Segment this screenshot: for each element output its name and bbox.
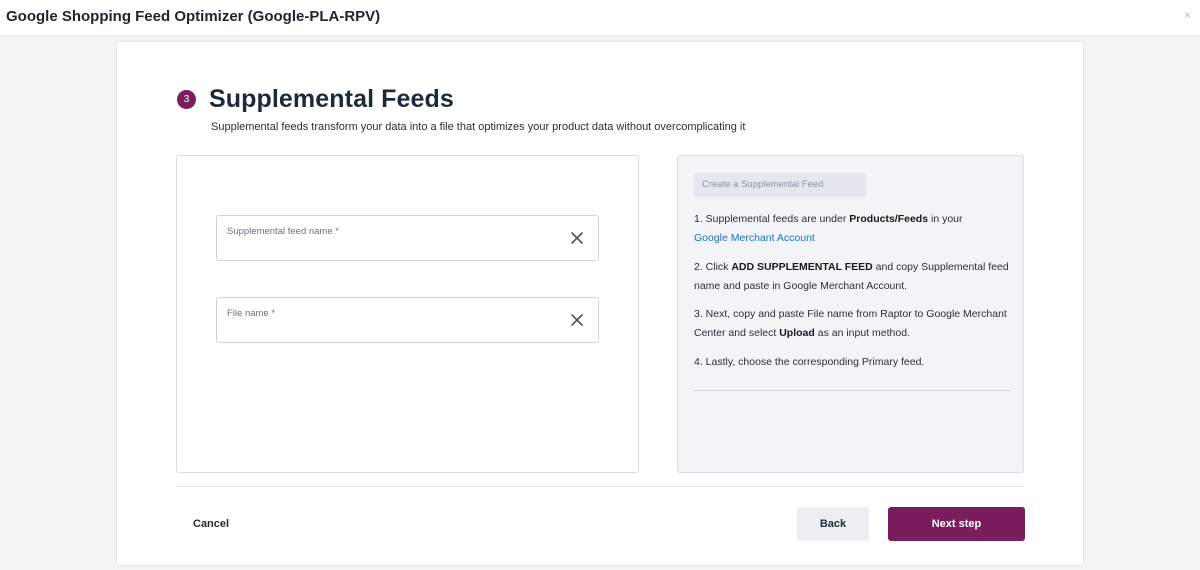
instruction-bold: Upload [779,327,815,339]
instruction-bold: ADD SUPPLEMENTAL FEED [731,261,873,273]
file-name-label: File name * [227,308,276,319]
back-button[interactable]: Back [797,507,869,541]
close-icon[interactable]: × [1184,8,1191,22]
instruction-text: in your [928,213,963,225]
window-title: Google Shopping Feed Optimizer (Google-P… [6,8,381,25]
window-header: Google Shopping Feed Optimizer (Google-P… [0,0,1200,36]
feed-form-panel: Supplemental feed name * File name * [176,155,639,473]
google-merchant-account-link[interactable]: Google Merchant Account [694,232,815,244]
instructions-header: Create a Supplemental Feed [694,173,866,197]
instruction-step-1: 1. Supplemental feeds are under Products… [694,210,1010,248]
footer-divider [176,486,1024,487]
instruction-text: 2. Click [694,261,732,273]
next-step-button[interactable]: Next step [888,507,1025,541]
file-name-input[interactable] [227,322,527,336]
instructions-panel: Create a Supplemental Feed 1. Supplement… [677,155,1024,473]
instruction-step-3: 3. Next, copy and paste File name from R… [694,305,1010,343]
wizard-card: 3 Supplemental Feeds Supplemental feeds … [116,41,1084,566]
instruction-text: as an input method. [814,327,910,339]
supplemental-feed-name-input[interactable] [227,240,527,254]
supplemental-feed-name-field[interactable]: Supplemental feed name * [216,215,599,261]
close-icon[interactable] [568,229,586,247]
step-number-badge: 3 [177,90,196,109]
cancel-button[interactable]: Cancel [193,518,229,530]
close-icon[interactable] [568,311,586,329]
file-name-field[interactable]: File name * [216,297,599,343]
instruction-text: 1. Supplemental feeds are under [694,213,850,225]
instruction-bold: Products/Feeds [849,213,929,225]
page-title: Supplemental Feeds [209,85,454,113]
instruction-step-2: 2. Click ADD SUPPLEMENTAL FEED and copy … [694,258,1010,296]
supplemental-feed-name-label: Supplemental feed name * [227,226,339,237]
instruction-step-4: 4. Lastly, choose the corresponding Prim… [694,356,925,368]
page-description: Supplemental feeds transform your data i… [211,121,746,133]
instructions-divider [694,390,1010,391]
